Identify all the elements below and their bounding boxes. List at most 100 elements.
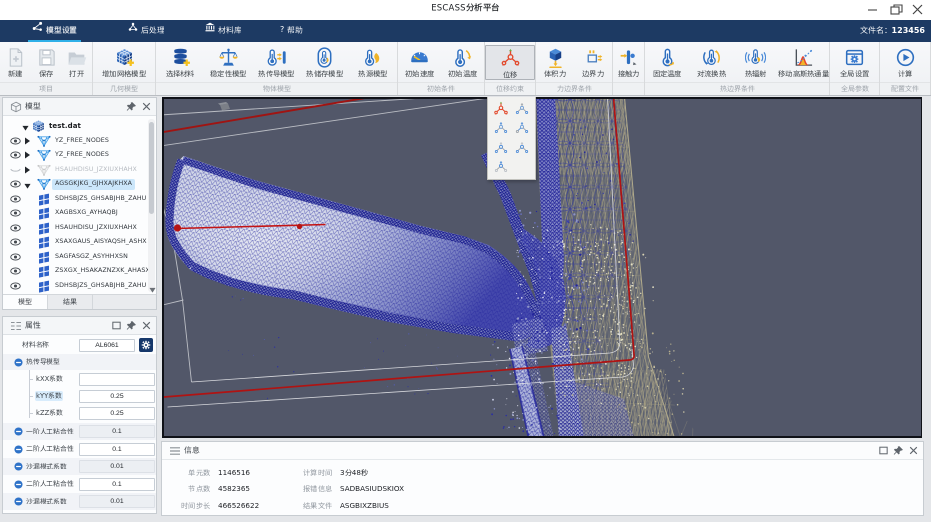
ribbon-button-add-mesh-model[interactable] (93, 45, 155, 78)
collapse-icon[interactable] (14, 427, 23, 436)
caret-right-icon[interactable] (24, 151, 31, 159)
tree-row[interactable]: SDHSBJZS_GHSABJHB_ZAHU (3, 192, 156, 207)
scroll-down-arrow-icon[interactable] (149, 286, 156, 294)
visibility-eye-icon[interactable] (10, 208, 21, 218)
ribbon-button-open[interactable] (61, 45, 92, 78)
ribbon-button-save[interactable] (31, 45, 62, 78)
collapse-icon[interactable] (14, 358, 23, 367)
kxx-input[interactable] (79, 373, 155, 386)
visibility-eye-icon[interactable] (10, 223, 21, 233)
hourglass-coefficient-input[interactable] (79, 460, 155, 473)
ribbon-button-heat-storage-model[interactable] (301, 45, 349, 78)
ribbon-button-stability-model[interactable] (204, 45, 252, 78)
ribbon-group-label (536, 82, 612, 95)
collapse-icon[interactable] (14, 445, 23, 454)
visibility-eye-icon[interactable] (10, 179, 21, 189)
visibility-eye-icon[interactable] (10, 252, 21, 262)
tab-results[interactable] (48, 295, 93, 309)
displacement-option-1[interactable] (491, 99, 512, 119)
ribbon-button-contact-force[interactable] (613, 45, 644, 78)
3d-viewport[interactable] (162, 97, 922, 438)
second-order-viscosity-input[interactable] (79, 443, 155, 456)
visibility-eye-icon[interactable] (10, 136, 21, 146)
material-settings-button[interactable] (139, 338, 153, 352)
ribbon-button-compute[interactable] (880, 45, 930, 78)
collapse-icon[interactable] (14, 462, 23, 471)
ribbon-button-new[interactable] (0, 45, 31, 78)
pin-icon[interactable] (126, 101, 137, 112)
tab-post-processing[interactable] (128, 20, 164, 42)
tree-row[interactable]: XAGBSXG_AYHAQBJ (3, 206, 156, 221)
property-row-second-order-viscosity (3, 441, 156, 458)
maximize-icon[interactable] (111, 320, 122, 331)
tree-row[interactable]: AGSGKJKG_GJHXAJKHXA (3, 177, 156, 192)
ribbon-button-heat-source-model[interactable] (349, 45, 397, 78)
tab-model-settings[interactable] (32, 20, 77, 42)
maximize-icon[interactable] (878, 445, 889, 456)
tree-row[interactable]: HSAUHDISU_JZXIUXHAHX (3, 221, 156, 236)
ribbon-button-boundary-force[interactable] (574, 45, 612, 78)
hourglass-coefficient-2-input[interactable] (79, 495, 155, 508)
close-icon[interactable] (908, 445, 919, 456)
kzz-input[interactable] (79, 407, 155, 420)
ribbon-button-heat-conduction-model[interactable] (252, 45, 300, 78)
visibility-eye-icon[interactable] (10, 150, 21, 160)
tree-row[interactable]: YZ_FREE_NODES (3, 134, 156, 149)
caret-down-icon[interactable] (24, 182, 31, 190)
visibility-eye-icon[interactable] (10, 194, 21, 204)
visibility-eye-icon[interactable] (10, 237, 21, 247)
tree-row[interactable]: test.dat (3, 119, 156, 134)
second-order-viscosity-2-input[interactable] (79, 478, 155, 491)
displacement-option-4[interactable] (512, 119, 533, 139)
tree-scrollbar-thumb[interactable] (149, 122, 154, 214)
material-name-input[interactable] (79, 339, 135, 352)
caret-right-icon[interactable] (24, 166, 31, 174)
tab-model[interactable] (3, 295, 48, 309)
properties-panel: kXX kYY kZZ (2, 316, 157, 514)
visibility-eye-closed-icon[interactable] (10, 165, 21, 175)
first-order-viscosity-input[interactable] (79, 425, 155, 438)
tree-row[interactable]: YZ_FREE_NODES (3, 148, 156, 163)
ribbon-button-fixed-temperature[interactable] (645, 45, 689, 78)
close-button[interactable] (909, 2, 926, 17)
caret-right-icon[interactable] (24, 137, 31, 145)
info-value: SADBASIUDSKIOX (340, 484, 404, 493)
tree-scrollbar[interactable] (148, 119, 155, 292)
tree-row[interactable]: XSAXGAUS_AISYAQSH_ASHX (3, 235, 156, 250)
displacement-option-7[interactable] (491, 158, 512, 178)
displacement-option-5[interactable] (491, 138, 512, 158)
ribbon-button-body-force[interactable] (536, 45, 574, 78)
ribbon-button-initial-temperature[interactable] (441, 45, 484, 78)
tree-row[interactable]: SAGFASGZ_ASYHHXSN (3, 250, 156, 265)
ribbon-button-global-settings[interactable] (830, 45, 879, 78)
ribbon-button-radiation[interactable] (734, 45, 778, 78)
section-row-heat-conduction[interactable] (3, 354, 156, 370)
visibility-eye-icon[interactable] (10, 281, 21, 291)
displacement-option-6[interactable] (512, 138, 533, 158)
tab-help[interactable]: ? (280, 20, 303, 42)
displacement-option-3[interactable] (491, 119, 512, 139)
ribbon-button-convection[interactable] (689, 45, 733, 78)
close-icon[interactable] (141, 320, 152, 331)
info-value: 1146516 (218, 468, 290, 477)
collapse-icon[interactable] (14, 497, 23, 506)
tree-row[interactable]: ZSXGX_HSAKAZNZXK_AHASX (3, 264, 156, 279)
kyy-input[interactable] (79, 390, 155, 403)
pin-icon[interactable] (126, 320, 137, 331)
pin-icon[interactable] (893, 445, 904, 456)
model-panel-title (25, 102, 41, 111)
ribbon-button-select-material[interactable] (156, 45, 204, 78)
visibility-eye-icon[interactable] (10, 266, 21, 276)
ribbon-button-initial-velocity[interactable] (398, 45, 441, 78)
close-icon[interactable] (141, 101, 152, 112)
restore-button[interactable] (888, 2, 905, 17)
minimize-button[interactable] (864, 2, 881, 17)
ribbon-button-displacement[interactable] (485, 45, 535, 80)
tab-material-library[interactable] (205, 20, 241, 42)
caret-down-icon[interactable] (22, 124, 29, 132)
collapse-icon[interactable] (14, 480, 23, 489)
displacement-option-2[interactable] (512, 99, 533, 119)
tree-row[interactable]: HSAUHDISU_JZXIUXHAHX (3, 163, 156, 178)
tree-row[interactable]: SDHSBJZS_GHSABJHB_ZAHU (3, 279, 156, 294)
ribbon-button-moving-gauss-heat-flux[interactable] (778, 45, 829, 78)
